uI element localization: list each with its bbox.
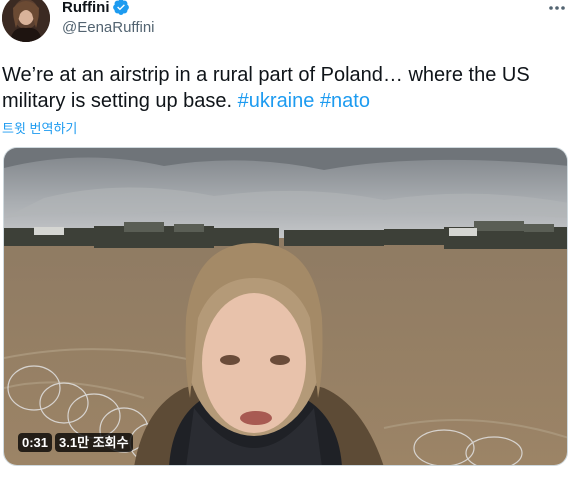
handle[interactable]: @EenaRuffini [62,19,155,36]
name-row: Ruffini [62,0,155,17]
video-player[interactable]: 0:31 3.1만 조회수 [3,147,568,466]
avatar[interactable] [2,0,50,42]
more-horizontal-icon [549,6,565,10]
tweet-text: We’re at an airstrip in a rural part of … [2,62,572,114]
video-view-count: 3.1만 조회수 [55,433,133,452]
video-thumbnail [4,148,567,465]
video-badge: 0:31 3.1만 조회수 [18,433,133,452]
video-duration: 0:31 [18,433,53,452]
avatar-photo-icon [2,0,50,42]
hashtag-ukraine[interactable]: #ukraine [238,90,315,112]
author-info[interactable]: Ruffini @EenaRuffini [62,0,155,36]
translate-tweet-link[interactable]: 트윗 번역하기 [2,118,77,137]
verified-badge-icon [112,0,130,16]
more-options-button[interactable] [545,0,569,18]
tweet: Ruffini @EenaRuffini We’re at an airstri… [0,0,577,477]
display-name[interactable]: Ruffini [62,0,109,16]
hashtag-nato[interactable]: #nato [320,90,370,112]
